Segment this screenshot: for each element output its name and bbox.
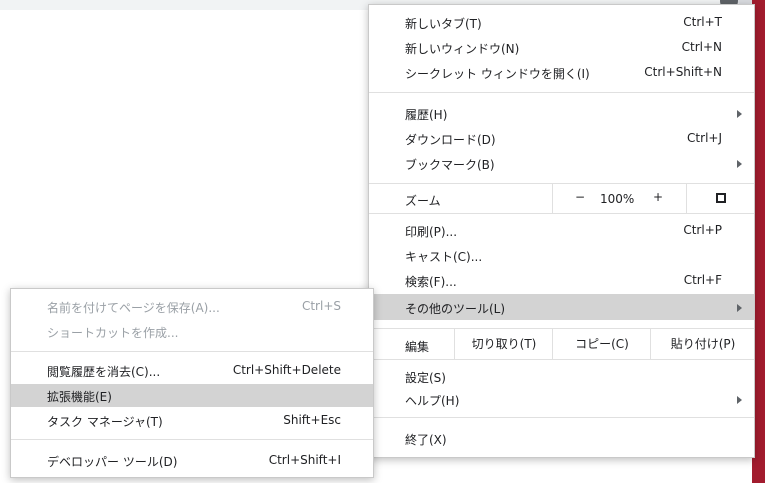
menu-item-label: デベロッパー ツール(D) (47, 455, 178, 469)
menu-item-label: その他のツール(L) (405, 302, 506, 316)
menu-item-label: タスク マネージャ(T) (47, 415, 163, 429)
submenu-item-create-shortcut[interactable]: ショートカットを作成... (11, 320, 373, 343)
menu-item-help[interactable]: ヘルプ(H) (369, 388, 754, 411)
menu-separator (369, 92, 754, 93)
menu-item-label: 印刷(P)... (405, 225, 458, 239)
menu-item-label: キャスト(C)... (405, 250, 483, 264)
menu-item-label: ショートカットを作成... (47, 326, 179, 340)
chrome-main-menu: 新しいタブ(T) Ctrl+T 新しいウィンドウ(N) Ctrl+N シークレッ… (368, 4, 755, 458)
submenu-item-dev-tools[interactable]: デベロッパー ツール(D) Ctrl+Shift+I (11, 449, 373, 472)
menu-item-more-tools[interactable]: その他のツール(L) (369, 294, 754, 320)
menu-item-label: 名前を付けてページを保存(A)... (47, 301, 220, 315)
menu-item-incognito[interactable]: シークレット ウィンドウを開く(I) Ctrl+Shift+N (369, 61, 754, 84)
paste-button[interactable]: 貼り付け(P) (650, 329, 755, 359)
menu-item-shortcut: Ctrl+T (683, 15, 722, 29)
menu-item-label: 拡張機能(E) (47, 390, 112, 404)
menu-item-settings[interactable]: 設定(S) (369, 365, 754, 388)
submenu-item-clear-data[interactable]: 閲覧履歴を消去(C)... Ctrl+Shift+Delete (11, 359, 373, 382)
menu-separator (11, 351, 373, 352)
submenu-item-save-page[interactable]: 名前を付けてページを保存(A)... Ctrl+S (11, 295, 373, 318)
edit-label: 編集 (405, 340, 430, 354)
menu-item-shortcut: Ctrl+J (687, 131, 722, 145)
menu-item-shortcut: Ctrl+S (301, 299, 341, 313)
menu-item-label: シークレット ウィンドウを開く(I) (405, 67, 590, 81)
menu-item-shortcut: Ctrl+Shift+N (644, 65, 722, 79)
menu-item-shortcut: Ctrl+P (683, 223, 722, 237)
submenu-item-extensions[interactable]: 拡張機能(E) (11, 384, 373, 407)
menu-item-bookmarks[interactable]: ブックマーク(B) (369, 152, 754, 175)
menu-item-label: 新しいウィンドウ(N) (405, 42, 520, 56)
menu-item-label: ブックマーク(B) (405, 158, 495, 172)
zoom-row: ズーム − 100% + (369, 183, 754, 213)
zoom-level: 100% (600, 192, 635, 206)
menu-item-shortcut: Ctrl+Shift+I (268, 453, 341, 467)
cut-button[interactable]: 切り取り(T) (454, 329, 553, 359)
zoom-out-button[interactable]: − (575, 190, 585, 204)
submenu-arrow-icon (737, 110, 742, 118)
menu-item-new-tab[interactable]: 新しいタブ(T) Ctrl+T (369, 11, 754, 34)
menu-item-history[interactable]: 履歴(H) (369, 102, 754, 125)
fullscreen-icon (716, 193, 726, 203)
menu-item-shortcut: Shift+Esc (283, 413, 341, 427)
menu-item-label: 設定(S) (405, 371, 446, 385)
menu-separator (369, 213, 754, 214)
menu-item-label: 閲覧履歴を消去(C)... (47, 365, 161, 379)
menu-item-shortcut: Ctrl+N (681, 40, 722, 54)
submenu-arrow-icon (737, 304, 742, 312)
menu-item-downloads[interactable]: ダウンロード(D) Ctrl+J (369, 127, 754, 150)
edit-row: 編集 切り取り(T) コピー(C) 貼り付け(P) (369, 329, 754, 359)
menu-item-label: ダウンロード(D) (405, 133, 496, 147)
zoom-controls: − 100% + (552, 183, 687, 213)
menu-item-label: 履歴(H) (405, 108, 448, 122)
copy-button[interactable]: コピー(C) (552, 329, 651, 359)
fullscreen-button[interactable] (686, 183, 755, 213)
menu-item-shortcut: Ctrl+Shift+Delete (232, 363, 341, 377)
zoom-label: ズーム (405, 194, 441, 208)
submenu-item-task-manager[interactable]: タスク マネージャ(T) Shift+Esc (11, 409, 373, 432)
menu-separator (369, 359, 754, 360)
submenu-arrow-icon (737, 396, 742, 404)
zoom-in-button[interactable]: + (653, 190, 663, 204)
menu-separator (369, 417, 754, 418)
menu-item-find[interactable]: 検索(F)... Ctrl+F (369, 269, 754, 292)
menu-item-cast[interactable]: キャスト(C)... (369, 244, 754, 267)
menu-item-print[interactable]: 印刷(P)... Ctrl+P (369, 219, 754, 242)
more-tools-submenu: 名前を付けてページを保存(A)... Ctrl+S ショートカットを作成... … (10, 288, 374, 478)
menu-item-label: 検索(F)... (405, 275, 457, 289)
menu-item-label: 新しいタブ(T) (405, 17, 482, 31)
menu-item-shortcut: Ctrl+F (683, 273, 722, 287)
menu-item-label: 終了(X) (405, 433, 447, 447)
menu-item-label: ヘルプ(H) (405, 394, 460, 408)
menu-item-exit[interactable]: 終了(X) (369, 427, 754, 450)
menu-separator (11, 439, 373, 440)
submenu-arrow-icon (737, 160, 742, 168)
menu-item-new-window[interactable]: 新しいウィンドウ(N) Ctrl+N (369, 36, 754, 59)
